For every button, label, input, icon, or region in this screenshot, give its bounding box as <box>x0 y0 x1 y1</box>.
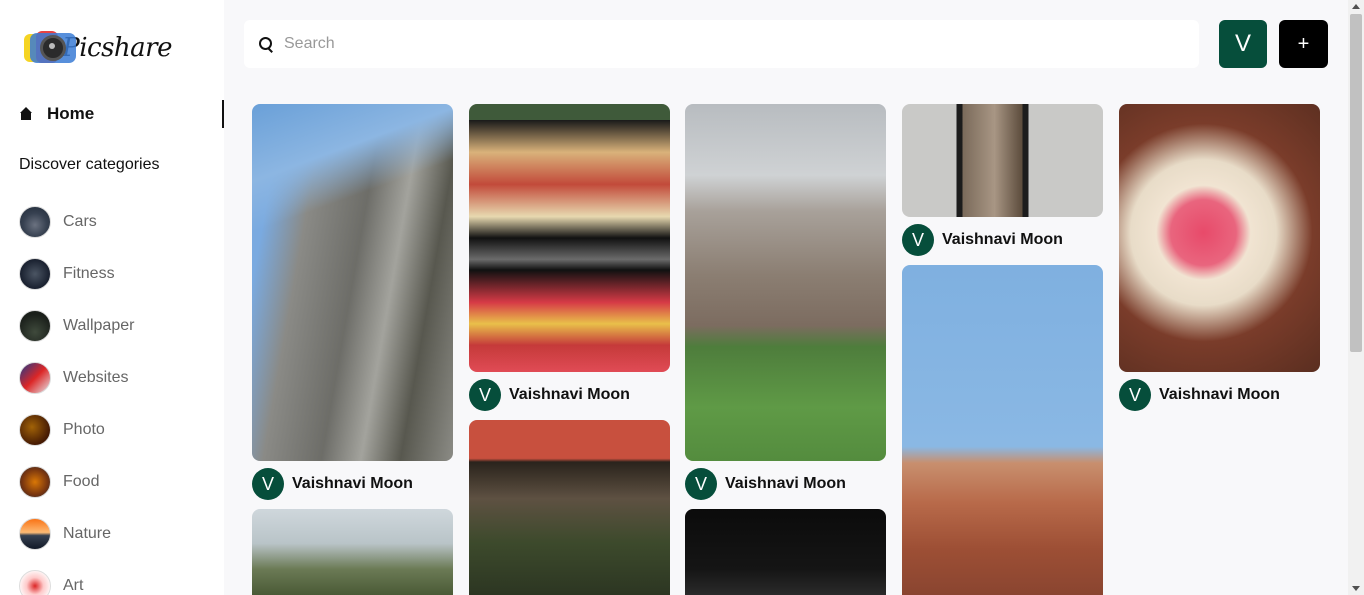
category-label: Cars <box>63 213 97 230</box>
scroll-down-arrow-icon[interactable] <box>1352 586 1360 591</box>
category-item-art[interactable]: Art <box>19 560 134 595</box>
pin-image-building-lawn[interactable] <box>685 104 886 461</box>
search-bar[interactable] <box>244 20 1199 68</box>
category-label: Fitness <box>63 265 115 282</box>
pin-image-monument[interactable] <box>902 265 1103 595</box>
category-thumbnail <box>19 362 51 394</box>
pin-image-dark[interactable] <box>685 509 886 595</box>
category-item-fitness[interactable]: Fitness <box>19 248 134 300</box>
pin-image-paintings[interactable] <box>469 104 670 372</box>
vertical-scrollbar[interactable] <box>1348 0 1364 595</box>
pin-image-cake[interactable] <box>1119 104 1320 372</box>
create-pin-button[interactable]: + <box>1279 20 1328 68</box>
author-name: Vaishnavi Moon <box>942 231 1063 248</box>
author-avatar: V <box>469 379 501 411</box>
camera-logo-icon <box>22 29 76 67</box>
category-label: Food <box>63 473 100 490</box>
category-label: Websites <box>63 369 129 386</box>
category-thumbnail <box>19 310 51 342</box>
author-avatar: V <box>902 224 934 256</box>
search-input[interactable] <box>284 35 1164 53</box>
author-name: Vaishnavi Moon <box>509 386 630 403</box>
category-item-food[interactable]: Food <box>19 456 134 508</box>
category-thumbnail <box>19 206 51 238</box>
category-item-photo[interactable]: Photo <box>19 404 134 456</box>
category-thumbnail <box>19 466 51 498</box>
nav-home[interactable]: Home <box>0 100 224 128</box>
pin-author[interactable]: V Vaishnavi Moon <box>1119 379 1280 411</box>
discover-categories-title: Discover categories <box>19 156 160 173</box>
sidebar: Picshare Home Discover categories Cars F… <box>0 0 224 595</box>
scrollbar-thumb[interactable] <box>1350 14 1362 352</box>
category-label: Art <box>63 577 84 594</box>
category-item-websites[interactable]: Websites <box>19 352 134 404</box>
pin-author[interactable]: V Vaishnavi Moon <box>685 468 846 500</box>
author-name: Vaishnavi Moon <box>1159 386 1280 403</box>
pin-author[interactable]: V Vaishnavi Moon <box>252 468 413 500</box>
category-label: Wallpaper <box>63 317 135 334</box>
category-item-cars[interactable]: Cars <box>19 196 134 248</box>
author-name: Vaishnavi Moon <box>292 475 413 492</box>
author-avatar: V <box>252 468 284 500</box>
category-thumbnail <box>19 518 51 550</box>
pin-image-temple[interactable] <box>252 104 453 461</box>
nav-home-label: Home <box>47 104 95 123</box>
home-icon <box>19 107 33 121</box>
pin-author[interactable]: V Vaishnavi Moon <box>469 379 630 411</box>
pin-author[interactable]: V Vaishnavi Moon <box>902 224 1063 256</box>
category-item-wallpaper[interactable]: Wallpaper <box>19 300 134 352</box>
profile-avatar-button[interactable]: V <box>1219 20 1267 68</box>
category-thumbnail <box>19 258 51 290</box>
author-name: Vaishnavi Moon <box>725 475 846 492</box>
category-thumbnail <box>19 570 51 595</box>
category-label: Nature <box>63 525 112 542</box>
category-label: Photo <box>63 421 105 438</box>
author-avatar: V <box>1119 379 1151 411</box>
search-icon <box>258 36 274 52</box>
logo-text: Picshare <box>62 33 172 63</box>
category-list: Cars Fitness Wallpaper Websites Photo Fo… <box>19 196 134 595</box>
category-thumbnail <box>19 414 51 446</box>
category-item-nature[interactable]: Nature <box>19 508 134 560</box>
scroll-up-arrow-icon[interactable] <box>1352 4 1360 9</box>
pin-image-framed-photo[interactable] <box>902 104 1103 217</box>
pin-image-trees[interactable] <box>252 509 453 595</box>
picshare-logo[interactable]: Picshare <box>22 28 172 68</box>
author-avatar: V <box>685 468 717 500</box>
pin-image-bookstore[interactable] <box>469 420 670 595</box>
